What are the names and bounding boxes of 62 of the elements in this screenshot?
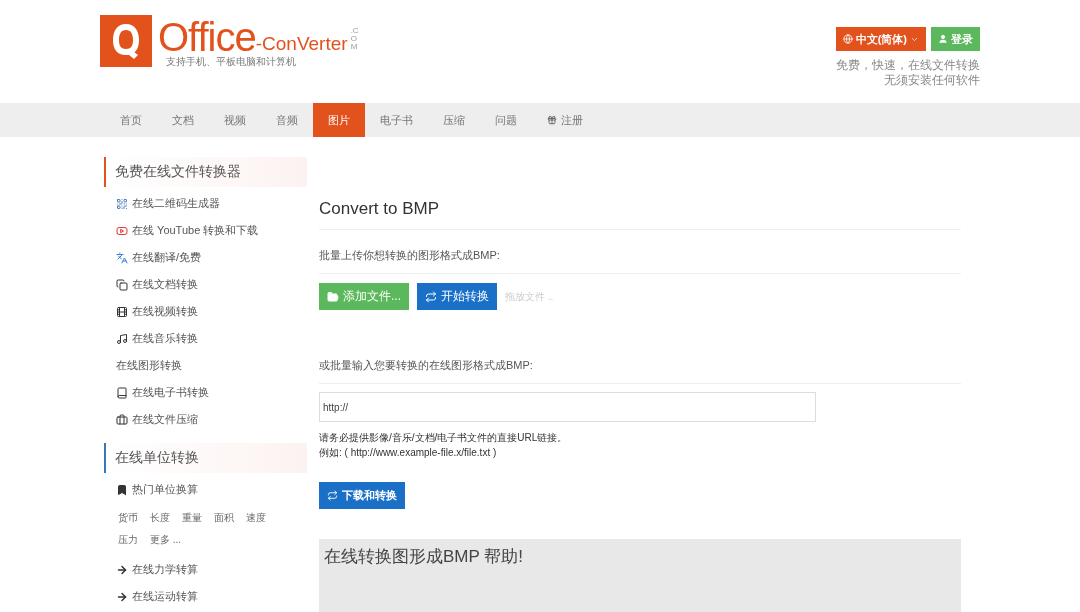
documents-icon — [116, 278, 128, 291]
translate-icon — [116, 251, 128, 264]
start-convert-button[interactable]: 开始转换 — [417, 283, 497, 310]
user-icon — [938, 34, 948, 44]
unit-link[interactable]: 更多 ... — [150, 530, 182, 550]
url-field[interactable]: http:// — [319, 392, 816, 422]
briefcase-icon — [116, 413, 128, 426]
nav-tab[interactable]: 问题 — [480, 103, 532, 137]
sidebar-link[interactable]: 在线二维码生成器 — [104, 190, 307, 217]
sidebar-link[interactable]: 在线运动转算 — [104, 583, 307, 610]
url-label: 或批量输入您要转换的在线图形格式成BMP: — [319, 358, 961, 384]
nav-tab[interactable]: 图片 — [313, 103, 365, 137]
url-help-text: 例如: ( http://www.example-file.x/file.txt ) — [319, 446, 498, 460]
unit-link[interactable]: 面积 — [214, 508, 234, 528]
bookmark-icon — [116, 483, 128, 496]
nav-tab[interactable]: 文档 — [157, 103, 209, 137]
unit-link[interactable]: 速度 — [246, 508, 266, 528]
globe-icon — [842, 34, 853, 44]
logo-domain: .COM — [350, 27, 359, 51]
folder-icon — [327, 290, 339, 303]
sidebar-link[interactable]: 在线视频转换 — [104, 298, 307, 325]
video-play-icon — [116, 224, 128, 237]
nav-tab[interactable]: 注册 — [532, 103, 598, 137]
arrow-right-icon — [116, 590, 128, 603]
sidebar-link[interactable]: 在线文件压缩 — [104, 406, 307, 433]
upload-label: 批量上传你想转换的图形格式成BMP: — [319, 248, 961, 274]
unit-link[interactable]: 重量 — [182, 508, 202, 528]
sidebar-heading: 免费在线文件转换器 — [104, 157, 307, 187]
music-note-icon — [116, 332, 128, 345]
repeat-icon — [327, 490, 338, 501]
film-icon — [116, 305, 128, 318]
sidebar-link[interactable]: 在线文档转换 — [104, 271, 307, 298]
book-icon — [116, 386, 128, 399]
download-convert-button[interactable]: 下载和转换 — [319, 482, 405, 509]
qr-code-icon — [116, 197, 128, 210]
page-title: Convert to BMP — [319, 199, 961, 230]
slogan: 无须安装任何软件 — [884, 73, 980, 88]
repeat-icon — [425, 290, 437, 303]
help-title: 在线转换图形成BMP 帮助! — [324, 547, 523, 566]
arrow-right-icon — [116, 563, 128, 576]
sidebar-link[interactable]: 在线力学转算 — [104, 556, 307, 583]
nav-tab[interactable]: 压缩 — [428, 103, 480, 137]
nav-tab[interactable]: 音频 — [261, 103, 313, 137]
nav-tab[interactable]: 首页 — [105, 103, 157, 137]
sidebar-link[interactable]: 热门单位换算 — [104, 476, 307, 503]
slogan: 免费，快速，在线文件转换 — [836, 58, 980, 73]
nav-tab[interactable]: 电子书 — [365, 103, 428, 137]
url-help-text: 请务必提供影像/音乐/文档/电子书文件的直接URL链接。 — [319, 431, 569, 445]
logo-suffix: -ConVerter — [255, 33, 348, 56]
sidebar-link[interactable]: 在线 YouTube 转换和下载 — [104, 217, 307, 244]
sidebar-link[interactable]: 在线图形转换 — [104, 352, 307, 379]
nav-tab[interactable]: 视频 — [209, 103, 261, 137]
unit-link[interactable]: 压力 — [118, 530, 138, 550]
language-button[interactable]: 中文(简体) — [835, 27, 926, 51]
sidebar-heading: 在线单位转换 — [104, 443, 307, 473]
unit-link[interactable]: 长度 — [150, 508, 170, 528]
sidebar-link[interactable]: 在线翻译/免费 — [104, 244, 307, 271]
sidebar-link[interactable]: 在线电子书转换 — [104, 379, 307, 406]
logo-tagline: 支持手机、平板电脑和计算机 — [166, 55, 297, 69]
gift-icon — [547, 115, 557, 125]
sidebar-link[interactable]: 在线音乐转换 — [104, 325, 307, 352]
unit-link[interactable]: 货币 — [118, 508, 138, 528]
